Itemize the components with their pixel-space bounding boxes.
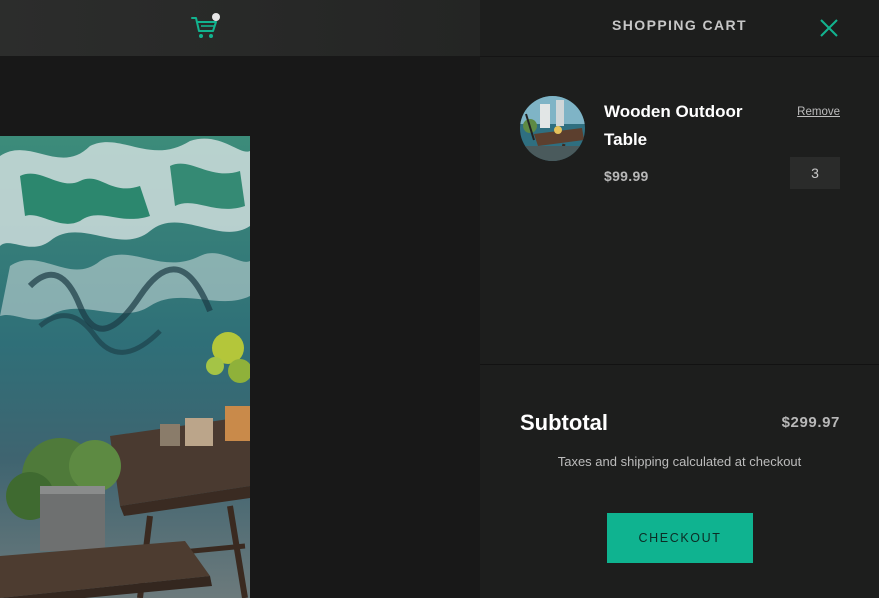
remove-item-link[interactable]: Remove <box>797 106 840 118</box>
cart-item-name[interactable]: Wooden Outdoor Table <box>604 98 754 154</box>
subtotal-label: Subtotal <box>520 410 608 435</box>
subtotal-value: $299.97 <box>781 414 840 431</box>
shopping-cart-icon[interactable] <box>190 12 222 42</box>
site-header <box>0 0 480 56</box>
outdoor-cafe-table-photo <box>0 136 250 598</box>
tax-shipping-note: Taxes and shipping calculated at checkou… <box>557 454 802 469</box>
divider <box>480 364 879 365</box>
cart-badge <box>212 13 220 21</box>
cart-drawer-header: SHOPPING CART <box>480 0 879 57</box>
page: SHOPPING CART Wooden Outdoor Table Remov… <box>0 0 879 598</box>
cart-item-price: $99.99 <box>604 168 649 184</box>
quantity-input[interactable]: 3 <box>790 157 840 189</box>
cart-drawer: SHOPPING CART Wooden Outdoor Table Remov… <box>480 0 879 598</box>
close-icon[interactable] <box>817 16 841 40</box>
checkout-button[interactable]: CHECKOUT <box>607 513 753 563</box>
wooden-outdoor-table-thumbnail[interactable] <box>520 96 585 161</box>
cart-item: Wooden Outdoor Table Remove $99.99 3 <box>520 96 840 206</box>
page-body <box>0 56 480 598</box>
